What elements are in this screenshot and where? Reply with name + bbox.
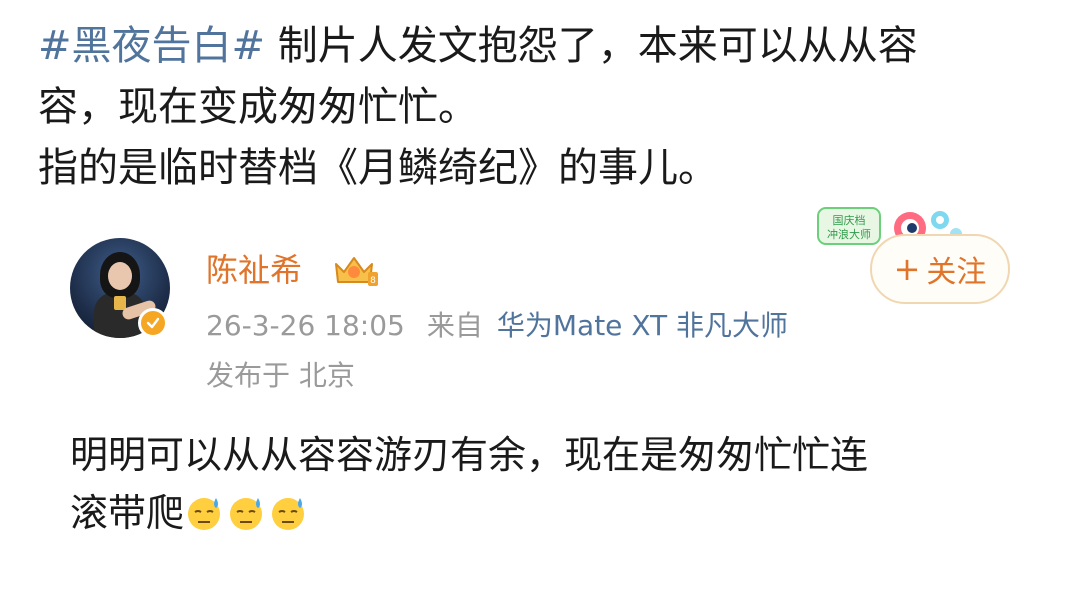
sweat-face-emoji-icon — [184, 490, 224, 530]
body-line-1: 明明可以从从容容游刃有余，现在是匆匆忙忙连 — [70, 433, 869, 477]
svg-text:国庆档: 国庆档 — [833, 213, 866, 227]
post-line-1: #黑夜告白# 制片人发文抱怨了，本来可以从从容 — [38, 16, 1048, 77]
timestamp: 26-3-26 18:05 — [206, 309, 405, 342]
post-text: #黑夜告白# 制片人发文抱怨了，本来可以从从容 容，现在变成匆匆忙忙。 指的是临… — [38, 16, 1048, 199]
vip-crown-icon[interactable]: 8 — [330, 250, 382, 290]
follow-button[interactable]: + 关注 — [870, 234, 1010, 304]
follow-button-label: 关注 — [926, 255, 987, 290]
device-link[interactable]: 华为Mate XT 非凡大师 — [497, 309, 788, 342]
post-line-1-text: 制片人发文抱怨了，本来可以从从容 — [265, 23, 918, 69]
quoted-post-card: 国庆档 冲浪大师 陈祉希 8 26-3-26 18:05 来自 华为Mate XT … — [38, 204, 1058, 580]
svg-text:8: 8 — [370, 276, 376, 286]
post-line-2: 容，现在变成匆匆忙忙。 — [38, 84, 478, 130]
body-line-2-text: 滚带爬 — [70, 491, 185, 535]
body-line-2: 滚带爬 — [70, 484, 1030, 542]
verified-badge-icon — [138, 308, 168, 338]
follow-plus-icon: + — [893, 250, 921, 288]
sweat-face-emoji-icon — [226, 490, 266, 530]
quoted-post-body: 明明可以从从容容游刃有余，现在是匆匆忙忙连 滚带爬 — [70, 426, 1030, 542]
username[interactable]: 陈祉希 — [206, 248, 302, 292]
post-location: 发布于 北京 — [206, 359, 355, 392]
svg-text:冲浪大师: 冲浪大师 — [827, 227, 871, 241]
post-meta: 26-3-26 18:05 来自 华为Mate XT 非凡大师 — [206, 306, 788, 346]
sweat-face-emoji-icon — [268, 490, 308, 530]
source-prefix: 来自 — [426, 309, 483, 342]
post-line-3: 指的是临时替档《月鳞绮纪》的事儿。 — [38, 145, 718, 191]
hashtag-link[interactable]: #黑夜告白# — [38, 23, 265, 69]
